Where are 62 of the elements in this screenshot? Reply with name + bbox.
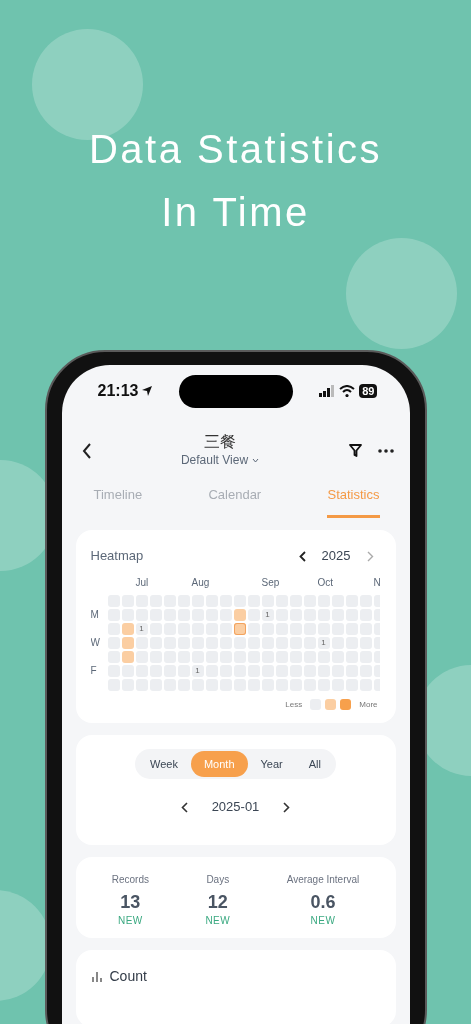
stat-value: 13 bbox=[120, 891, 141, 913]
heatmap-cell[interactable] bbox=[247, 608, 260, 621]
stat-label: Average Interval bbox=[286, 873, 360, 887]
month-label: N bbox=[373, 575, 380, 589]
heatmap-cell[interactable]: 1 bbox=[317, 636, 330, 649]
filter-icon bbox=[348, 444, 362, 458]
headline-text: In Time bbox=[161, 189, 310, 236]
stat-value: 12 bbox=[207, 891, 228, 913]
month-label: Jul bbox=[135, 575, 149, 589]
card-title: Count bbox=[109, 967, 147, 986]
heatmap-cell[interactable] bbox=[135, 650, 148, 663]
chevron-right-icon bbox=[283, 802, 291, 814]
heatmap-cell[interactable]: 1 bbox=[135, 622, 148, 635]
location-arrow-icon bbox=[141, 385, 154, 397]
card-title: Heatmap bbox=[90, 546, 144, 565]
bar-chart-icon bbox=[91, 971, 102, 982]
heatmap-cell[interactable] bbox=[121, 664, 134, 677]
row-label: W bbox=[90, 636, 101, 649]
month-label: Aug bbox=[191, 575, 210, 589]
heatmap-cell[interactable] bbox=[233, 636, 246, 649]
battery-level: 89 bbox=[359, 384, 378, 398]
segment-button[interactable]: All bbox=[295, 750, 334, 777]
new-label: NEW bbox=[310, 914, 336, 928]
new-label: NEW bbox=[205, 914, 231, 928]
segment-button[interactable]: Week bbox=[137, 750, 191, 777]
month-label: Oct bbox=[317, 575, 334, 589]
legend-swatch bbox=[325, 699, 337, 710]
heatmap-cell[interactable] bbox=[233, 622, 246, 635]
more-icon bbox=[377, 448, 394, 453]
wifi-icon bbox=[339, 385, 356, 397]
month-label: Sep bbox=[261, 575, 280, 589]
heatmap-cell[interactable] bbox=[121, 636, 134, 649]
page-title: 三餐 bbox=[204, 432, 236, 452]
chevron-left-icon bbox=[298, 550, 306, 562]
back-icon bbox=[81, 442, 92, 459]
caret-icon bbox=[252, 457, 260, 463]
chevron-right-icon bbox=[366, 550, 374, 562]
stat-label: Records bbox=[111, 873, 149, 887]
stat-label: Days bbox=[206, 873, 230, 887]
year-label: 2025 bbox=[321, 546, 351, 565]
chevron-left-icon bbox=[180, 802, 188, 814]
view-selector[interactable]: Default View bbox=[180, 452, 260, 468]
period-label: 2025-01 bbox=[211, 798, 260, 817]
heatmap-cell[interactable] bbox=[247, 636, 260, 649]
heatmap-cell[interactable] bbox=[135, 636, 148, 649]
row-label: M bbox=[90, 608, 100, 621]
stat-value: 0.6 bbox=[310, 891, 336, 913]
segment-button[interactable]: Year bbox=[247, 750, 296, 777]
signal-icon bbox=[319, 385, 336, 397]
new-label: NEW bbox=[117, 914, 143, 928]
heatmap-cell[interactable] bbox=[233, 608, 246, 621]
heatmap-cell[interactable]: 1 bbox=[191, 664, 204, 677]
heatmap-cell[interactable] bbox=[121, 650, 134, 663]
legend-label: More bbox=[359, 698, 378, 711]
legend-swatch bbox=[340, 699, 352, 710]
heatmap-cell[interactable] bbox=[121, 622, 134, 635]
status-time: 21:13 bbox=[97, 381, 139, 401]
heatmap-cell[interactable]: 1 bbox=[261, 608, 274, 621]
legend-label: Less bbox=[285, 698, 303, 711]
headline-text: Data Statistics bbox=[88, 126, 383, 173]
heatmap-cell[interactable] bbox=[247, 622, 260, 635]
row-label: F bbox=[90, 664, 98, 677]
